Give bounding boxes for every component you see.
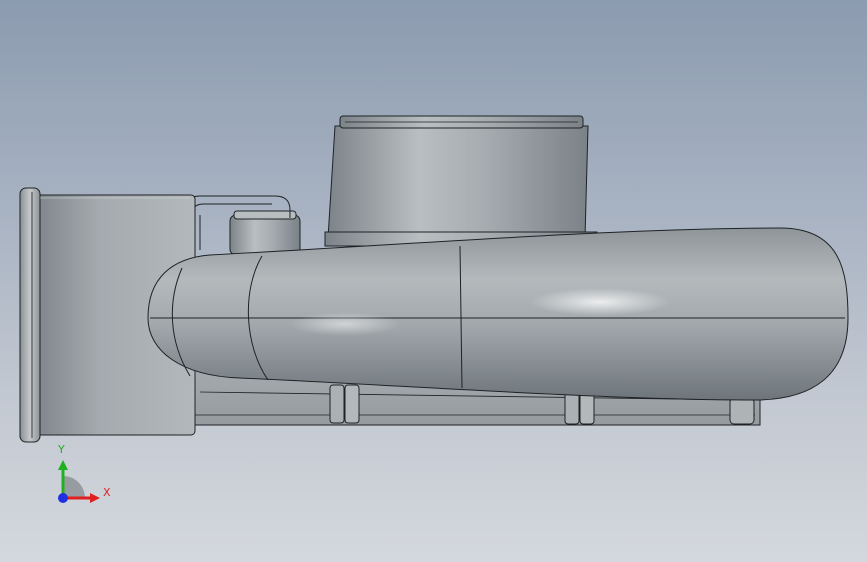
volute-scroll[interactable] — [147, 227, 849, 401]
graphics-viewport[interactable]: Y X — [0, 0, 867, 562]
outlet-cylinder[interactable] — [324, 115, 598, 247]
x-axis-label: X — [103, 486, 111, 499]
y-axis-label: Y — [58, 443, 65, 456]
housing-3d-model[interactable] — [0, 0, 867, 562]
